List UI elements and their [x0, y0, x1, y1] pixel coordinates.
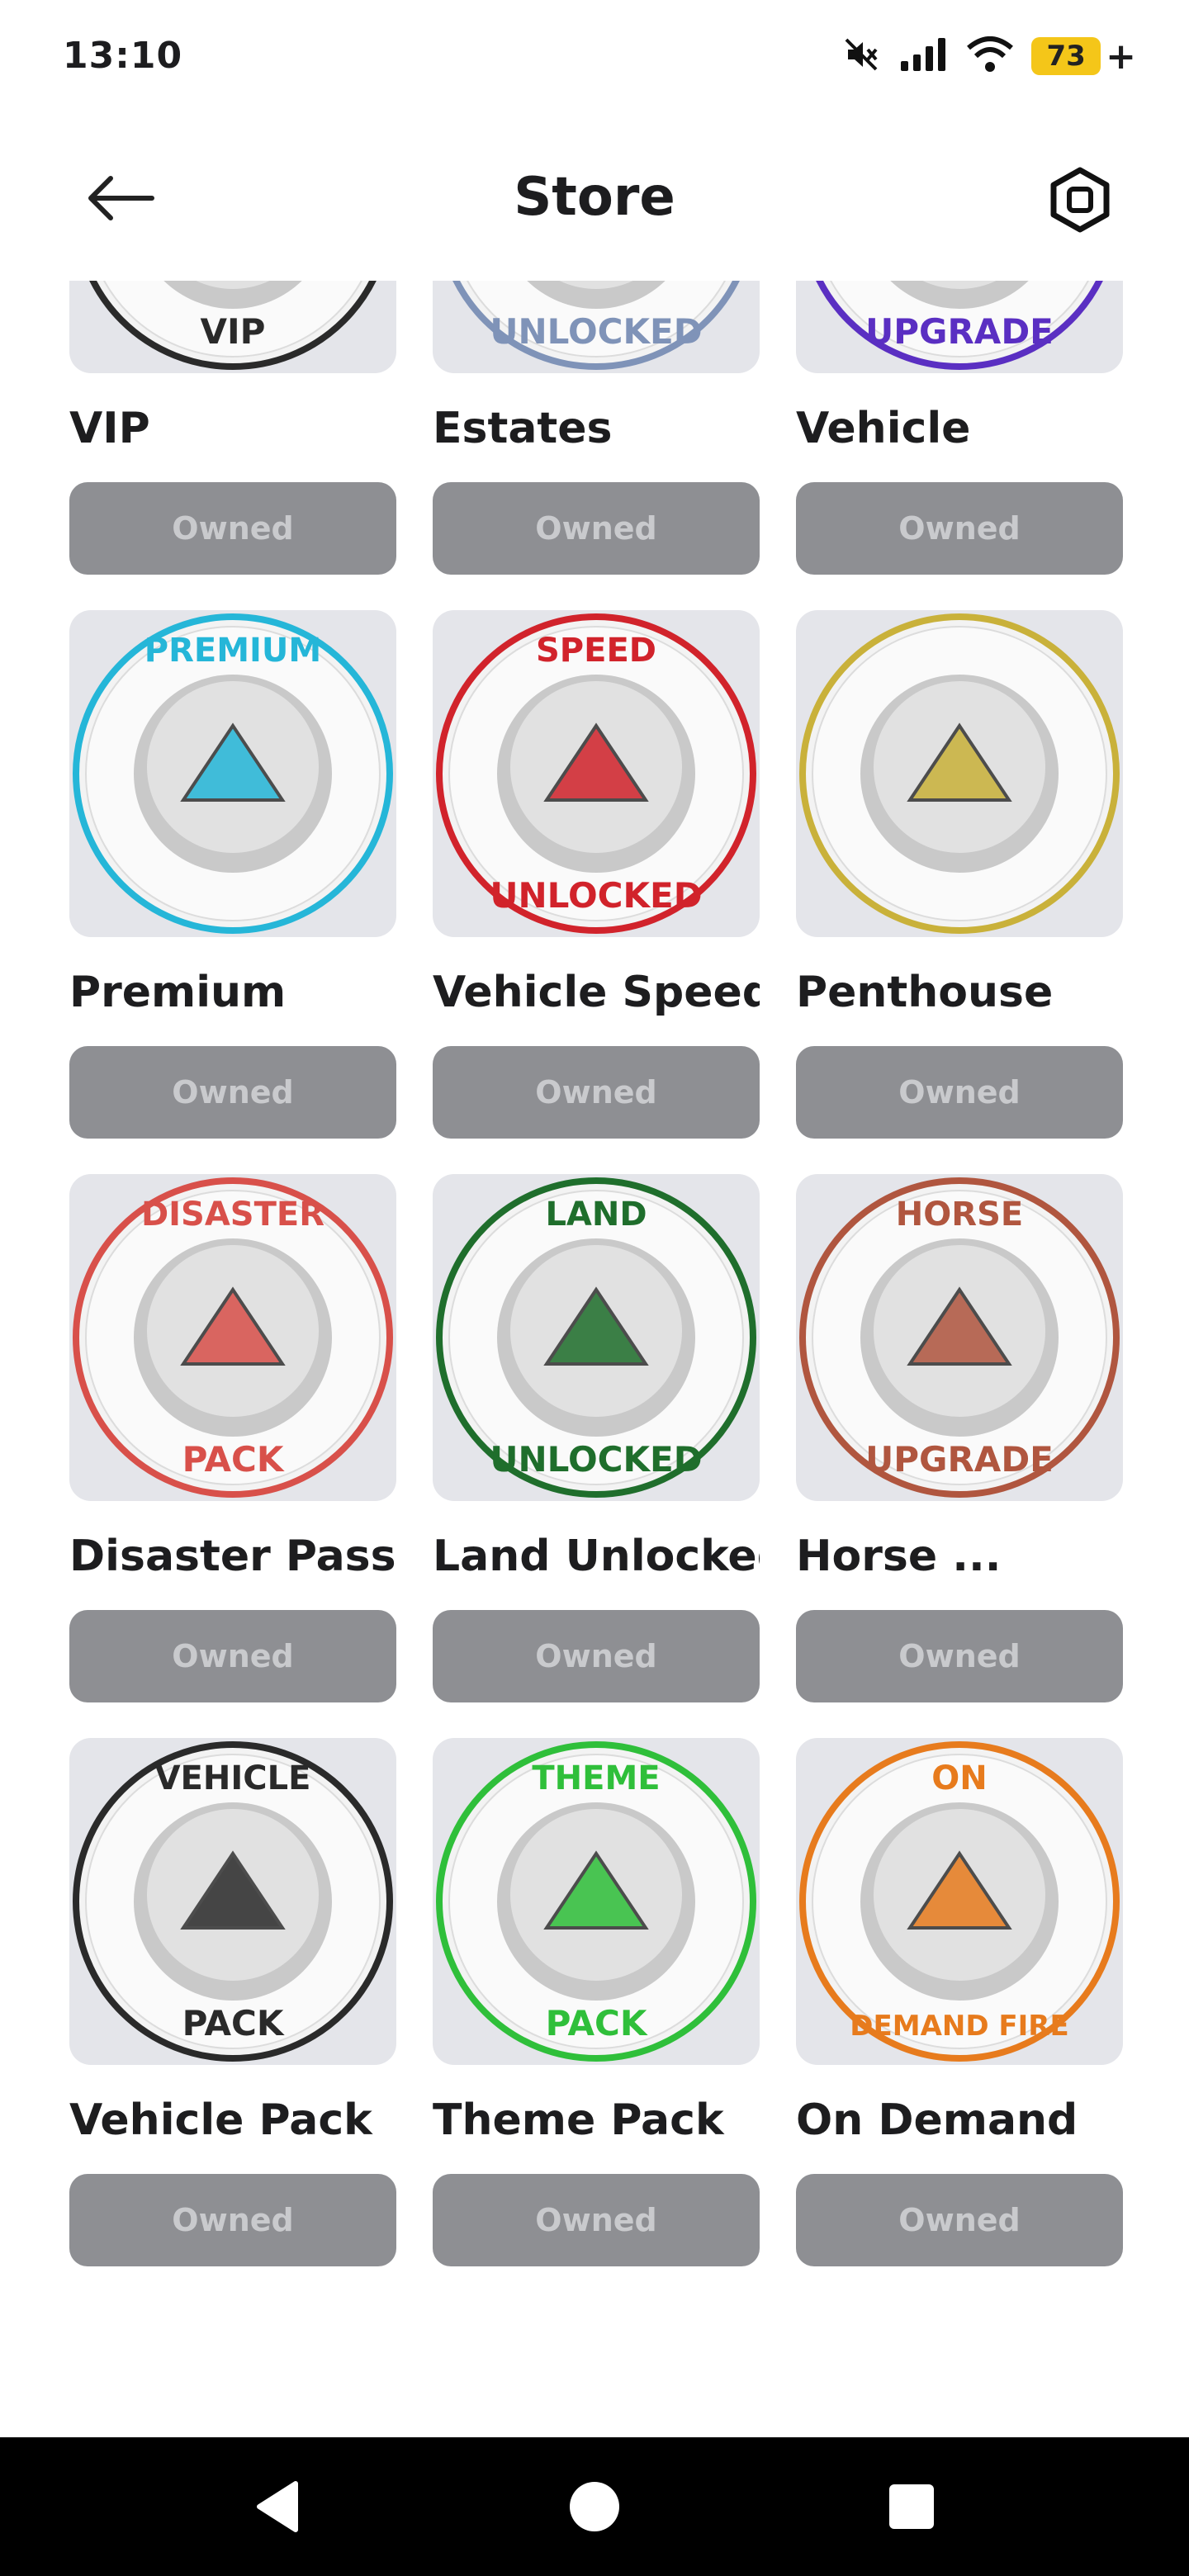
item-badge-image: DISASTER PACK — [73, 1177, 393, 1498]
item-name: Disaster Pass — [69, 1532, 396, 1581]
store-item-card[interactable]: ON DEMAND FIRE On Demand Owned — [796, 1738, 1123, 2266]
badge-bottom-text: UNLOCKED — [490, 875, 702, 916]
badge-bottom-text: VIP — [201, 311, 266, 352]
item-badge-image: HORSE UPGRADE — [799, 1177, 1120, 1498]
store-item-card[interactable]: VEHICLE PACK Vehicle Pack Owned — [69, 1738, 396, 2266]
item-thumbnail[interactable]: SPEED UNLOCKED — [433, 610, 760, 937]
mute-icon — [841, 35, 881, 78]
status-time: 13:10 — [63, 35, 183, 77]
item-name: Vehicle Pack — [69, 2095, 372, 2145]
item-thumbnail[interactable]: HORSE UPGRADE — [796, 1174, 1123, 1501]
store-item-card[interactable]: Penthouse Owned — [796, 610, 1123, 1139]
badge-top-text: VEHICLE — [155, 1759, 311, 1797]
nav-back-button[interactable] — [244, 2474, 310, 2540]
owned-button[interactable]: Owned — [433, 2174, 760, 2266]
item-name: On Demand — [796, 2095, 1078, 2145]
item-name: Land Unlocked — [433, 1532, 760, 1581]
item-thumbnail[interactable]: VEHICLE PACK — [69, 1738, 396, 2065]
item-thumbnail[interactable]: UPGRADE — [796, 281, 1123, 373]
system-nav-bar — [0, 2437, 1189, 2576]
badge-bottom-text: PACK — [546, 2003, 648, 2043]
store-item-card[interactable]: PREMIUM Premium Owned — [69, 610, 396, 1139]
robux-button[interactable] — [1045, 165, 1115, 234]
nav-recents-button[interactable] — [879, 2474, 945, 2540]
badge-top-text: PREMIUM — [144, 632, 321, 670]
item-name: Premium — [69, 968, 287, 1017]
badge-bottom-text: UPGRADE — [865, 1439, 1054, 1480]
owned-button[interactable]: Owned — [796, 1046, 1123, 1139]
store-grid: VIP VIP Owned UNLOCKED Estates Owned UPGRADE Ve… — [0, 281, 1189, 2437]
store-item-card[interactable]: UNLOCKED Estates Owned — [433, 281, 760, 575]
battery-level: 73 — [1031, 37, 1101, 75]
store-item-card[interactable]: LAND UNLOCKED Land Unlocked Owned — [433, 1174, 760, 1702]
item-name: Estates — [433, 404, 613, 453]
item-thumbnail[interactable]: LAND UNLOCKED — [433, 1174, 760, 1501]
item-badge-image: THEME PACK — [436, 1741, 756, 2062]
owned-button[interactable]: Owned — [796, 1610, 1123, 1702]
status-bar: 13:10 73 + — [0, 0, 1189, 116]
owned-button[interactable]: Owned — [69, 2174, 396, 2266]
badge-bottom-text: UNLOCKED — [490, 1439, 702, 1480]
owned-button[interactable]: Owned — [69, 1046, 396, 1139]
item-thumbnail[interactable]: PREMIUM — [69, 610, 396, 937]
owned-button[interactable]: Owned — [796, 2174, 1123, 2266]
item-badge-image: VIP — [89, 281, 377, 370]
item-badge-image: ON DEMAND FIRE — [799, 1741, 1120, 2062]
badge-top-text: DISASTER — [141, 1196, 324, 1234]
wifi-icon — [967, 36, 1014, 76]
status-icons: 73 + — [841, 33, 1136, 79]
badge-bottom-text: UPGRADE — [865, 311, 1054, 352]
badge-bottom-text: PACK — [182, 2003, 285, 2043]
battery-icon: 73 + — [1031, 36, 1136, 78]
badge-bottom-text: PACK — [182, 1439, 285, 1480]
owned-button[interactable]: Owned — [433, 1046, 760, 1139]
robux-icon — [1050, 167, 1110, 233]
item-thumbnail[interactable] — [796, 610, 1123, 937]
page-title: Store — [514, 167, 675, 228]
badge-top-text: THEME — [532, 1759, 660, 1797]
badge-top-text: SPEED — [536, 632, 656, 670]
owned-button[interactable]: Owned — [796, 482, 1123, 575]
item-thumbnail[interactable]: ON DEMAND FIRE — [796, 1738, 1123, 2065]
item-badge-image: UPGRADE — [816, 281, 1103, 370]
item-thumbnail[interactable]: UNLOCKED — [433, 281, 760, 373]
badge-bottom-text: UNLOCKED — [490, 311, 702, 352]
owned-button[interactable]: Owned — [433, 482, 760, 575]
nav-home-icon — [570, 2482, 619, 2531]
item-name: Vehicle Speed — [433, 968, 760, 1017]
item-name: Penthouse — [796, 968, 1054, 1017]
item-thumbnail[interactable]: VIP — [69, 281, 396, 373]
owned-button[interactable]: Owned — [69, 482, 396, 575]
item-name: Horse ... — [796, 1532, 1002, 1581]
store-item-card[interactable]: THEME PACK Theme Pack Owned — [433, 1738, 760, 2266]
store-item-card[interactable]: SPEED UNLOCKED Vehicle Speed Owned — [433, 610, 760, 1139]
item-name: Theme Pack — [433, 2095, 724, 2145]
item-name: VIP — [69, 404, 150, 453]
item-badge-image: PREMIUM — [73, 613, 393, 934]
item-thumbnail[interactable]: DISASTER PACK — [69, 1174, 396, 1501]
item-badge-image: SPEED UNLOCKED — [436, 613, 756, 934]
store-item-card[interactable]: HORSE UPGRADE Horse ... Owned — [796, 1174, 1123, 1702]
item-name: Vehicle — [796, 404, 971, 453]
item-badge-image: VEHICLE PACK — [73, 1741, 393, 2062]
battery-charging: + — [1106, 35, 1136, 78]
store-item-card[interactable]: VIP VIP Owned — [69, 281, 396, 575]
badge-top-text: LAND — [545, 1196, 647, 1234]
signal-icon — [899, 36, 949, 76]
item-badge-image — [799, 613, 1120, 934]
item-badge-image: UNLOCKED — [452, 281, 740, 370]
badge-bottom-text: DEMAND FIRE — [850, 2010, 1068, 2043]
nav-back-icon — [257, 2481, 298, 2532]
nav-recents-icon — [889, 2484, 934, 2529]
nav-home-button[interactable] — [561, 2474, 628, 2540]
item-badge-image: LAND UNLOCKED — [436, 1177, 756, 1498]
store-item-card[interactable]: UPGRADE Vehicle Owned — [796, 281, 1123, 575]
owned-button[interactable]: Owned — [433, 1610, 760, 1702]
badge-top-text: ON — [931, 1759, 987, 1797]
item-thumbnail[interactable]: THEME PACK — [433, 1738, 760, 2065]
store-item-card[interactable]: DISASTER PACK Disaster Pass Owned — [69, 1174, 396, 1702]
app-header: Store — [0, 149, 1189, 248]
owned-button[interactable]: Owned — [69, 1610, 396, 1702]
badge-top-text: HORSE — [896, 1196, 1023, 1234]
